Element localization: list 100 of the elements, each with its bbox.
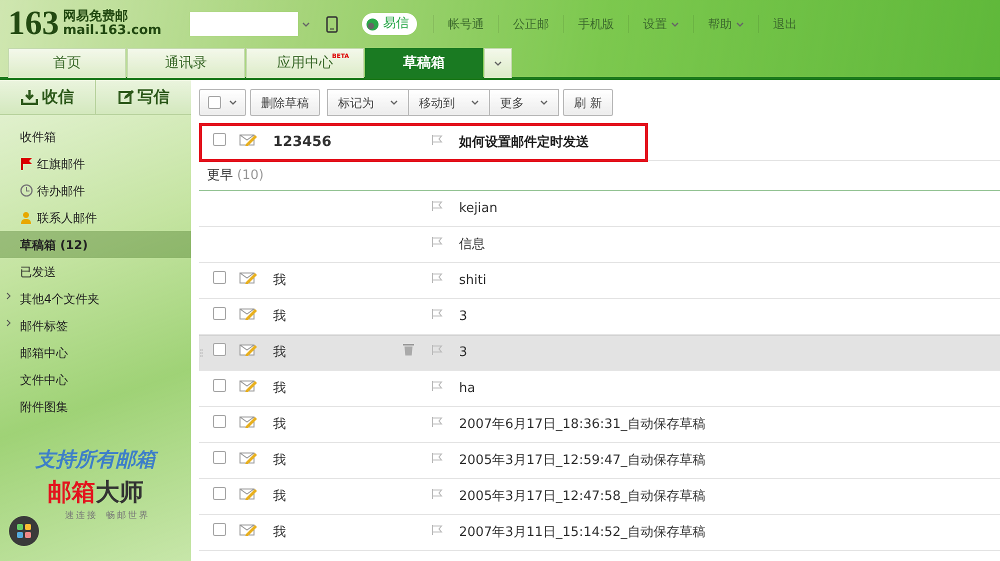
subject[interactable]: 2005年3月17日_12:59:47_自动保存草稿 xyxy=(459,450,706,470)
flag-outline-icon xyxy=(431,236,443,248)
subject[interactable]: 如何设置邮件定时发送 xyxy=(459,132,589,152)
flag-outline-icon xyxy=(431,380,443,392)
more-tabs-button[interactable] xyxy=(484,48,512,78)
subject[interactable]: 2005年3月17日_12:47:58_自动保存草稿 xyxy=(459,486,706,506)
expand-icon xyxy=(6,319,11,327)
caret-icon xyxy=(229,100,237,105)
subject[interactable]: ha xyxy=(459,378,476,398)
brand-name: 邮箱 xyxy=(48,478,96,506)
envelope-pencil-icon xyxy=(239,414,257,428)
toolbar-dropdown[interactable]: 移动到 xyxy=(408,89,490,116)
row-checkbox[interactable] xyxy=(213,132,226,146)
tab[interactable]: 首页 xyxy=(8,48,126,78)
apps-icon[interactable] xyxy=(9,516,39,546)
folder-item[interactable]: 收件箱 xyxy=(0,123,191,150)
group-label: 更早 xyxy=(207,166,233,185)
row-checkbox[interactable] xyxy=(213,450,226,464)
subject[interactable]: shiti xyxy=(459,270,486,290)
message-row[interactable]: kejian xyxy=(199,191,1000,227)
flag-outline-icon xyxy=(431,344,443,356)
envelope-pencil-icon xyxy=(239,342,257,356)
folder-item[interactable]: 邮件标签 xyxy=(0,312,191,339)
logo-number: 163 xyxy=(8,7,59,41)
sender: 我 xyxy=(273,344,286,360)
message-row[interactable]: 我 2007年6月17日_18:36:31_自动保存草稿 xyxy=(199,407,1000,443)
envelope-pencil-icon xyxy=(239,378,257,392)
subject[interactable]: 信息 xyxy=(459,234,485,254)
row-checkbox[interactable] xyxy=(213,342,226,356)
clock-icon xyxy=(20,184,33,197)
flag-outline-icon xyxy=(431,416,443,428)
sender: 我 xyxy=(273,524,286,540)
message-row[interactable]: 我 2007年3月11日_15:14:52_自动保存草稿 xyxy=(199,515,1000,551)
download-icon xyxy=(21,89,38,105)
folder-item[interactable]: 草稿箱 (12) xyxy=(0,231,191,258)
caret-icon xyxy=(390,100,398,105)
flag-icon xyxy=(20,157,33,170)
message-row[interactable]: 我 ha xyxy=(199,371,1000,407)
envelope-pencil-icon xyxy=(239,132,257,146)
row-checkbox[interactable] xyxy=(213,270,226,284)
folder-item[interactable]: 文件中心 xyxy=(0,366,191,393)
dropdown-icon xyxy=(302,22,310,26)
message-row[interactable]: 我 shiti xyxy=(199,263,1000,299)
row-checkbox[interactable] xyxy=(213,414,226,428)
caret-icon xyxy=(671,22,679,26)
caret-icon xyxy=(494,61,502,66)
subject[interactable]: 3 xyxy=(459,306,468,326)
row-checkbox[interactable] xyxy=(213,306,226,320)
subject[interactable]: 2007年6月17日_18:36:31_自动保存草稿 xyxy=(459,414,706,434)
sender: 我 xyxy=(273,308,286,324)
promo-tagline: 畅邮世界 xyxy=(106,510,150,523)
folder-item[interactable]: 附件图集 xyxy=(0,393,191,420)
toolbar-dropdown[interactable]: 更多 xyxy=(489,89,559,116)
envelope-pencil-icon xyxy=(239,270,257,284)
envelope-pencil-icon xyxy=(239,450,257,464)
message-row[interactable]: 我 2005年3月17日_12:59:47_自动保存草稿 xyxy=(199,443,1000,479)
row-checkbox[interactable] xyxy=(213,486,226,500)
group-count: (10) xyxy=(237,166,264,185)
sender: 我 xyxy=(273,272,286,288)
logo-domain: mail.163.com xyxy=(63,24,162,38)
subject[interactable]: 2007年3月11日_15:14:52_自动保存草稿 xyxy=(459,522,706,542)
caret-icon xyxy=(471,100,479,105)
sender: 我 xyxy=(273,452,286,468)
folder-item[interactable]: 邮箱中心 xyxy=(0,339,191,366)
tab[interactable]: 通讯录 xyxy=(127,48,245,78)
envelope-pencil-icon xyxy=(239,522,257,536)
folder-item[interactable]: 待办邮件 xyxy=(0,177,191,204)
account-field[interactable] xyxy=(190,12,298,36)
message-row[interactable]: 我 3 xyxy=(199,335,1000,371)
flag-outline-icon xyxy=(431,452,443,464)
toolbar-dropdown[interactable]: 标记为 xyxy=(327,89,409,116)
folder-item[interactable]: 其他4个文件夹 xyxy=(0,285,191,312)
subject[interactable]: 3 xyxy=(459,342,468,362)
toolbar-button[interactable]: 删除草稿 xyxy=(250,89,320,116)
folder-item[interactable]: 已发送 xyxy=(0,258,191,285)
folder-item[interactable]: 联系人邮件 xyxy=(0,204,191,231)
row-checkbox[interactable] xyxy=(213,522,226,536)
envelope-pencil-icon xyxy=(239,306,257,320)
row-checkbox[interactable] xyxy=(213,378,226,392)
caret-icon xyxy=(736,22,744,26)
select-all-button[interactable] xyxy=(199,89,246,116)
subject[interactable]: kejian xyxy=(459,198,498,218)
tab[interactable]: 草稿箱 xyxy=(365,48,483,78)
brand-name: 大师 xyxy=(96,478,144,506)
sender: 我 xyxy=(273,380,286,396)
phone-icon xyxy=(326,16,338,32)
flag-outline-icon xyxy=(431,524,443,536)
message-row[interactable]: 信息 xyxy=(199,227,1000,263)
toolbar-button[interactable]: 刷 新 xyxy=(563,89,613,116)
caret-icon xyxy=(540,100,548,105)
sender: 123456 xyxy=(273,134,332,150)
person-icon xyxy=(20,211,33,224)
message-row[interactable]: 123456 如何设置邮件定时发送 xyxy=(199,125,1000,161)
folder-item[interactable]: 红旗邮件 xyxy=(0,150,191,177)
receive-button[interactable]: 收信 xyxy=(0,80,95,114)
flag-outline-icon xyxy=(431,488,443,500)
flag-outline-icon xyxy=(431,308,443,320)
message-row[interactable]: 我 2005年3月17日_12:47:58_自动保存草稿 xyxy=(199,479,1000,515)
compose-button[interactable]: 写信 xyxy=(95,80,191,114)
expand-icon xyxy=(6,292,11,300)
